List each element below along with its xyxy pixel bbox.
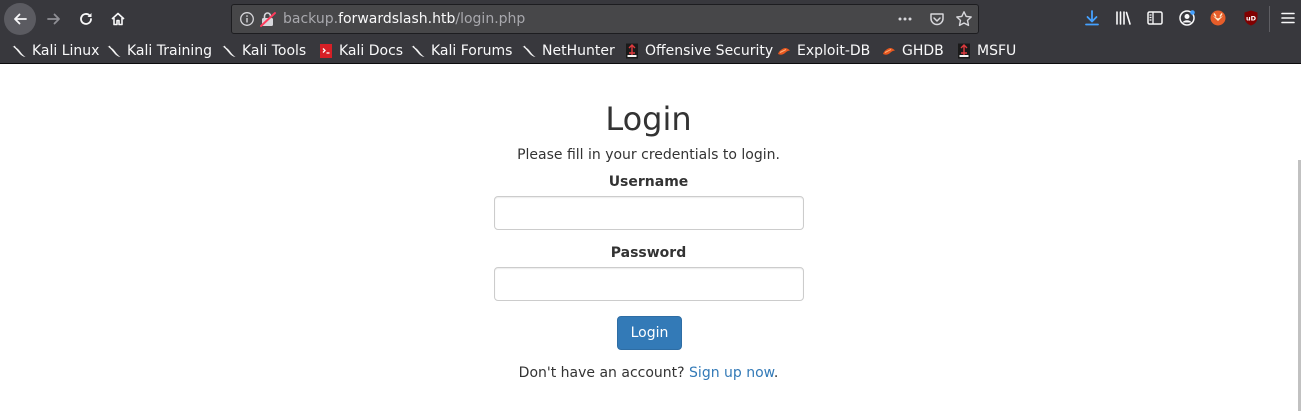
toolbar-separator — [1269, 6, 1270, 32]
exploitdb-icon — [883, 48, 895, 55]
kali-dragon-icon — [522, 45, 536, 57]
bookmark-star-icon[interactable] — [955, 10, 973, 28]
bookmark-label: NetHunter — [542, 42, 615, 59]
username-label: Username — [608, 174, 689, 190]
bookmark-label: MSFU — [977, 42, 1017, 59]
offsec-icon — [958, 43, 970, 59]
exploitdb-icon — [778, 48, 790, 55]
reload-button[interactable] — [70, 3, 102, 35]
kali-dragon-icon — [222, 45, 236, 57]
signup-suffix: . — [773, 365, 779, 381]
forward-button[interactable] — [38, 3, 70, 35]
foxyproxy-icon[interactable] — [1209, 9, 1227, 27]
back-button[interactable] — [4, 3, 36, 35]
page-content: Login Please fill in your credentials to… — [0, 65, 1301, 411]
home-icon — [111, 12, 125, 26]
ublock-origin-icon[interactable]: uD — [1242, 9, 1260, 27]
bookmark-label: Kali Docs — [339, 42, 404, 59]
bookmark-offensive-security[interactable]: Offensive Security — [624, 42, 773, 60]
signup-prompt: Don't have an account? Sign up now. — [0, 364, 1297, 382]
arrow-right-icon — [47, 13, 60, 25]
bookmark-label: GHDB — [902, 42, 944, 59]
password-label: Password — [610, 245, 687, 261]
bookmark-exploit-db[interactable]: Exploit-DB — [776, 42, 870, 60]
url-prefix: backup. — [283, 11, 339, 27]
bookmark-kali-linux[interactable]: Kali Linux — [11, 42, 99, 60]
signup-prefix: Don't have an account? — [518, 365, 690, 381]
page-actions-icon[interactable] — [897, 11, 913, 27]
bookmark-kali-docs[interactable]: Kali Docs — [318, 42, 403, 60]
kali-docs-icon — [320, 44, 332, 58]
account-icon[interactable] — [1178, 9, 1196, 27]
bookmark-label: Kali Tools — [242, 42, 307, 59]
bookmark-ghdb[interactable]: GHDB — [881, 42, 944, 60]
kali-dragon-icon — [411, 45, 425, 57]
signup-link[interactable]: Sign up now — [689, 365, 774, 381]
insecure-lock-icon[interactable] — [259, 10, 277, 28]
bookmark-label: Offensive Security — [645, 42, 774, 59]
bookmark-kali-tools[interactable]: Kali Tools — [221, 42, 306, 60]
info-icon[interactable] — [239, 11, 255, 27]
kali-dragon-icon — [12, 45, 26, 57]
browser-toolbar: backup.forwardslash.htb/login.php uD — [0, 0, 1301, 38]
bookmark-label: Exploit-DB — [797, 42, 871, 59]
svg-text:uD: uD — [1246, 15, 1257, 23]
bookmarks-toolbar: Kali Linux Kali Training Kali Tools Kali… — [0, 38, 1301, 64]
kali-dragon-icon — [107, 45, 121, 57]
hamburger-menu-icon[interactable] — [1280, 9, 1296, 27]
bookmark-kali-training[interactable]: Kali Training — [106, 42, 212, 60]
address-bar[interactable]: backup.forwardslash.htb/login.php — [231, 4, 979, 34]
home-button[interactable] — [102, 3, 134, 35]
bookmark-label: Kali Training — [127, 42, 212, 59]
downloads-icon[interactable] — [1083, 9, 1101, 27]
arrow-left-icon — [14, 13, 27, 25]
url-host: forwardslash.htb — [338, 11, 456, 27]
sidebar-icon[interactable] — [1146, 9, 1164, 27]
bookmark-label: Kali Forums — [431, 42, 513, 59]
bookmark-msfu[interactable]: MSFU — [956, 42, 1016, 60]
login-button[interactable]: Login — [617, 316, 682, 350]
url-path: /login.php — [455, 11, 526, 27]
page-title: Login — [605, 100, 692, 138]
pocket-icon[interactable] — [929, 11, 945, 27]
bookmark-label: Kali Linux — [32, 42, 100, 59]
offsec-icon — [626, 43, 638, 59]
url-text[interactable]: backup.forwardslash.htb/login.php — [283, 11, 525, 28]
page-subtitle: Please fill in your credentials to login… — [517, 147, 780, 163]
password-input[interactable] — [494, 267, 804, 301]
username-input[interactable] — [494, 196, 804, 230]
bookmark-nethunter[interactable]: NetHunter — [521, 42, 615, 60]
bookmark-kali-forums[interactable]: Kali Forums — [410, 42, 512, 60]
library-icon[interactable] — [1114, 9, 1132, 27]
reload-icon — [80, 13, 92, 25]
